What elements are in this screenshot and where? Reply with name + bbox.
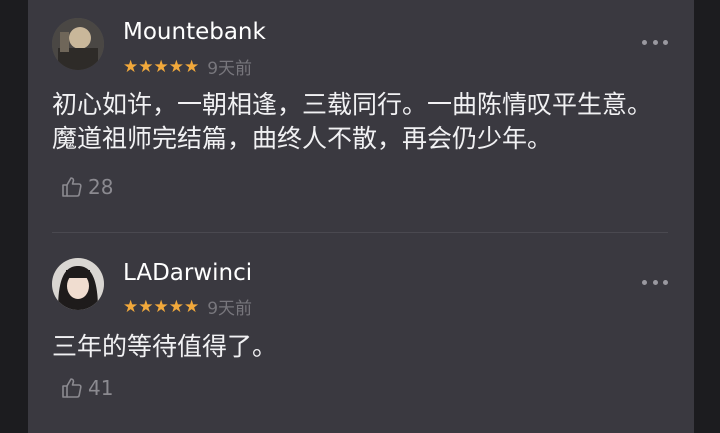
- rating-stars: ★★★★★: [123, 296, 200, 317]
- more-dots-icon[interactable]: [642, 278, 668, 286]
- rating-stars: ★★★★★: [123, 56, 200, 77]
- comment-meta: ★★★★★ 9天前: [123, 54, 253, 80]
- username[interactable]: LADarwinci: [123, 260, 252, 286]
- thumbs-up-icon: [62, 177, 82, 197]
- like-count: 41: [88, 376, 114, 400]
- thumbs-up-icon: [62, 378, 82, 398]
- comment-item: LADarwinci ★★★★★ 9天前 三年的等待值得了。 41: [28, 232, 694, 433]
- more-dots-icon[interactable]: [642, 38, 668, 46]
- avatar[interactable]: [52, 18, 104, 70]
- avatar[interactable]: [52, 258, 104, 310]
- comment-text: 三年的等待值得了。: [52, 332, 278, 361]
- comment-text: 初心如许，一朝相逢，三载同行。一曲陈情叹平生意。魔道祖师完结篇，曲终人不散，再会…: [52, 90, 653, 153]
- comment-item: Mountebank ★★★★★ 9天前 初心如许，一朝相逢，三载同行。一曲陈情…: [28, 0, 694, 232]
- comment-time: 9天前: [207, 59, 253, 79]
- like-button[interactable]: 28: [60, 175, 113, 199]
- comment-panel: Mountebank ★★★★★ 9天前 初心如许，一朝相逢，三载同行。一曲陈情…: [28, 0, 694, 433]
- username[interactable]: Mountebank: [123, 19, 266, 45]
- like-button[interactable]: 41: [60, 376, 113, 400]
- like-count: 28: [88, 175, 114, 199]
- comment-meta: ★★★★★ 9天前: [123, 294, 253, 320]
- comment-time: 9天前: [207, 299, 253, 319]
